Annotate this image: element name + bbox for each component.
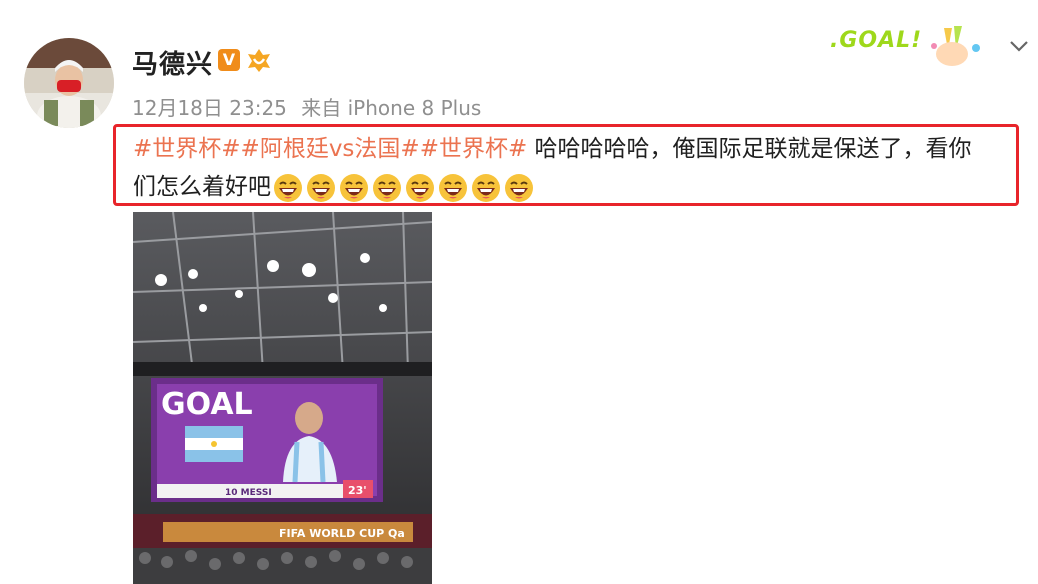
post-date[interactable]: 12月18日 23:25 [132, 96, 287, 120]
banner-text: FIFA WORLD CUP Qa [279, 527, 405, 540]
screen-goal-text: GOAL [161, 387, 253, 422]
post-image[interactable]: GOAL 10 MESSI 23' FIFA WORLD CUP Qa [133, 212, 432, 584]
emoji-row [273, 169, 537, 207]
laughing-face-icon [405, 173, 435, 203]
post-meta: 12月18日 23:25 来自 iPhone 8 Plus [132, 92, 489, 121]
post-text-part2: 们怎么着好吧 [133, 174, 271, 200]
goal-card-decoration: .GOAL! [814, 22, 994, 70]
screen-player-caption: 10 MESSI [225, 488, 272, 498]
laughing-face-icon [471, 173, 501, 203]
member-level-icon [246, 47, 272, 73]
laughing-face-icon [504, 173, 534, 203]
goal-badge-text: .GOAL! [830, 28, 923, 53]
topic-link[interactable]: #世界杯# [420, 136, 528, 162]
laughing-face-icon [438, 173, 468, 203]
topic-link[interactable]: #阿根廷vs法国# [241, 136, 420, 162]
post-text-part1: 哈哈哈哈哈，俺国际足联就是保送了，看你 [527, 136, 972, 162]
weibo-post: 马德兴 V 12月18日 23:25 来自 iPhone 8 Plus .GOA… [0, 0, 1038, 584]
post-text: #世界杯##阿根廷vs法国##世界杯# 哈哈哈哈哈，俺国际足联就是保送了，看你 … [133, 130, 1013, 207]
laughing-face-icon [273, 173, 303, 203]
laughing-face-icon [372, 173, 402, 203]
screen-minute: 23' [348, 484, 367, 497]
topic-link[interactable]: #世界杯# [133, 136, 241, 162]
post-source: 来自 iPhone 8 Plus [301, 96, 482, 120]
laughing-face-icon [306, 173, 336, 203]
chevron-down-icon[interactable] [1007, 34, 1031, 58]
verified-badge-icon: V [218, 49, 240, 71]
avatar[interactable] [24, 38, 114, 128]
laughing-face-icon [339, 173, 369, 203]
author-name[interactable]: 马德兴 [132, 44, 213, 81]
